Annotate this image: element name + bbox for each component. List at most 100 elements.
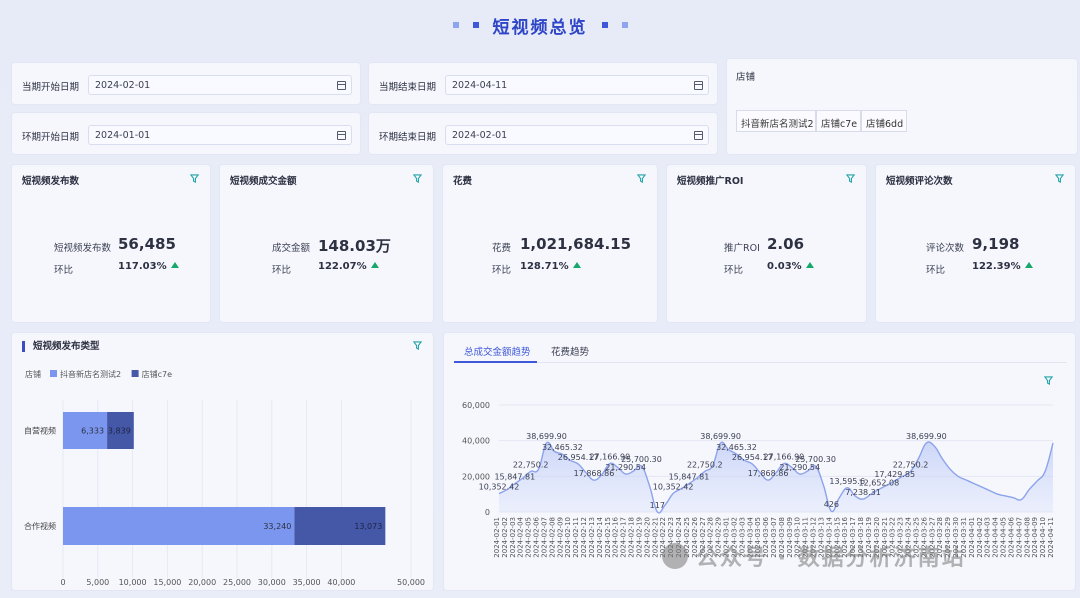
watermark: 公众号 · 数据分析济南站: [662, 540, 966, 572]
section-title: 短视频发布类型: [22, 341, 100, 352]
x-tick-label: 2024-02-02: [501, 517, 509, 558]
store-option[interactable]: 抖音新店名测试2: [736, 110, 816, 132]
point-data-label: 12,652.08: [859, 478, 900, 487]
current-start-label: 当期开始日期: [22, 82, 80, 93]
point-data-label: 117: [650, 501, 665, 510]
y-tick-label: 0: [485, 508, 490, 517]
point-data-label: 7,238.31: [845, 488, 881, 497]
trend-up-icon: [170, 262, 179, 268]
store-option[interactable]: 店铺c7e: [816, 110, 861, 132]
x-tick-label: 2024-04-01: [968, 517, 976, 558]
kpi-ratio: 0.03%: [767, 261, 814, 272]
filter-icon[interactable]: [637, 174, 646, 183]
kpi-value: 9,198: [972, 235, 1020, 253]
legend-swatch: [131, 370, 139, 377]
store-panel: [726, 58, 1078, 155]
prev-end-date-value: 2024-02-01: [452, 130, 508, 141]
filter-icon[interactable]: [1044, 376, 1053, 385]
bar-data-label: 33,240: [263, 522, 291, 531]
calendar-icon[interactable]: [337, 131, 346, 140]
kpi-card-roi: 短视频推广ROI 推广ROI 2.06 环比 0.03%: [666, 164, 867, 323]
filter-icon[interactable]: [190, 174, 199, 183]
x-tick-label: 2024-02-17: [620, 517, 628, 558]
x-tick-label: 2024-02-05: [525, 517, 533, 558]
kpi-label: 评论次数: [926, 243, 965, 254]
bar-data-label: 6,333: [81, 427, 104, 436]
tab-gmv-trend[interactable]: 总成交金额趋势: [464, 344, 531, 358]
current-end-date-input[interactable]: 2024-04-11: [445, 75, 709, 95]
x-tick-label: 2024-04-11: [1047, 517, 1055, 558]
x-tick-label: 2024-02-08: [548, 517, 556, 558]
x-tick-label: 15,000: [153, 578, 181, 587]
point-data-label: 22,750.2: [687, 460, 723, 469]
wechat-logo-icon: [662, 543, 688, 569]
calendar-icon[interactable]: [337, 81, 346, 90]
x-tick-label: 10,000: [119, 578, 147, 587]
kpi-value: 2.06: [767, 235, 805, 253]
filter-icon[interactable]: [413, 341, 422, 350]
x-tick-label: 2024-02-14: [596, 516, 604, 557]
x-tick-label: 2024-02-09: [556, 517, 564, 558]
point-data-label: 15,847.81: [669, 473, 710, 482]
prev-start-date-input[interactable]: 2024-01-01: [88, 125, 352, 145]
x-tick-label: 2024-02-01: [493, 517, 501, 558]
point-data-label: 10,352.42: [479, 483, 520, 492]
page-title: 短视频总览: [492, 17, 588, 38]
point-data-label: 10,352.42: [653, 483, 694, 492]
y-tick-label: 20,000: [462, 472, 490, 481]
x-tick-label: 35,000: [293, 578, 321, 587]
point-data-label: 426: [824, 500, 839, 509]
store-option[interactable]: 店铺6dd: [861, 110, 907, 132]
kpi-ratio-label: 环比: [724, 265, 744, 276]
x-tick-label: 2024-02-20: [643, 517, 651, 558]
x-tick-label: 2024-04-08: [1023, 517, 1031, 558]
kpi-card-video-count: 短视频发布数 短视频发布数 56,485 环比 117.03%: [11, 164, 211, 323]
point-data-label: 38,699.90: [700, 432, 741, 441]
point-data-label: 21,290.54: [605, 463, 646, 472]
video-type-panel: 短视频发布类型 店铺 抖音新店名测试2 店铺c7e 0 5,000 10,000 15,00…: [11, 332, 434, 591]
x-tick-label: 2024-02-21: [651, 517, 659, 558]
y-tick-label: 60,000: [462, 401, 490, 410]
filter-icon[interactable]: [1055, 174, 1064, 183]
current-start-date-value: 2024-02-01: [95, 80, 151, 91]
x-tick-label: 30,000: [258, 578, 286, 587]
kpi-title: 短视频评论次数: [886, 176, 953, 187]
legend-label: 店铺c7e: [142, 369, 172, 379]
x-tick-label: 2024-02-07: [540, 517, 548, 558]
filter-icon[interactable]: [846, 174, 855, 183]
current-start-date-input[interactable]: 2024-02-01: [88, 75, 352, 95]
calendar-icon[interactable]: [694, 81, 703, 90]
x-tick-label: 2024-02-16: [612, 516, 620, 557]
x-tick-label: 5,000: [86, 578, 109, 587]
x-tick-label: 2024-04-02: [976, 517, 984, 558]
tab-cost-trend[interactable]: 花费趋势: [551, 344, 589, 358]
kpi-ratio: 128.71%: [520, 261, 581, 272]
x-tick-label: 2024-02-04: [517, 516, 525, 557]
prev-end-label: 环期结束日期: [379, 132, 437, 143]
bar-data-label: 13,073: [354, 522, 382, 531]
prev-end-panel: 环期结束日期 2024-02-01: [368, 112, 718, 155]
kpi-ratio-label: 环比: [492, 265, 512, 276]
kpi-ratio-label: 环比: [272, 265, 292, 276]
x-tick-label: 2024-04-09: [1031, 517, 1039, 558]
trend-up-icon: [805, 262, 814, 268]
kpi-card-gmv: 短视频成交金额 成交金额 148.03万 环比 122.07%: [219, 164, 434, 323]
x-tick-label: 2024-04-04: [992, 516, 1000, 557]
kpi-value: 148.03万: [318, 237, 391, 255]
x-tick-label: 0: [60, 578, 65, 587]
page-header: 短视频总览: [0, 0, 1080, 50]
kpi-label: 花费: [492, 243, 512, 254]
x-tick-label: 2024-04-10: [1039, 517, 1047, 558]
kpi-card-cost: 花费 花费 1,021,684.15 环比 128.71%: [442, 164, 658, 323]
x-tick-label: 40,000: [327, 578, 355, 587]
kpi-label: 短视频发布数: [54, 243, 112, 254]
tab-divider: [454, 362, 1067, 363]
x-tick-label: 2024-04-05: [1000, 517, 1008, 558]
prev-end-date-input[interactable]: 2024-02-01: [445, 125, 709, 145]
kpi-card-comments: 短视频评论次数 评论次数 9,198 环比 122.39%: [875, 164, 1076, 323]
filter-icon[interactable]: [413, 174, 422, 183]
point-data-label: 32,465.32: [542, 443, 583, 452]
x-tick-label: 2024-02-19: [635, 517, 643, 558]
point-data-label: 25,700.30: [795, 455, 836, 464]
calendar-icon[interactable]: [694, 131, 703, 140]
